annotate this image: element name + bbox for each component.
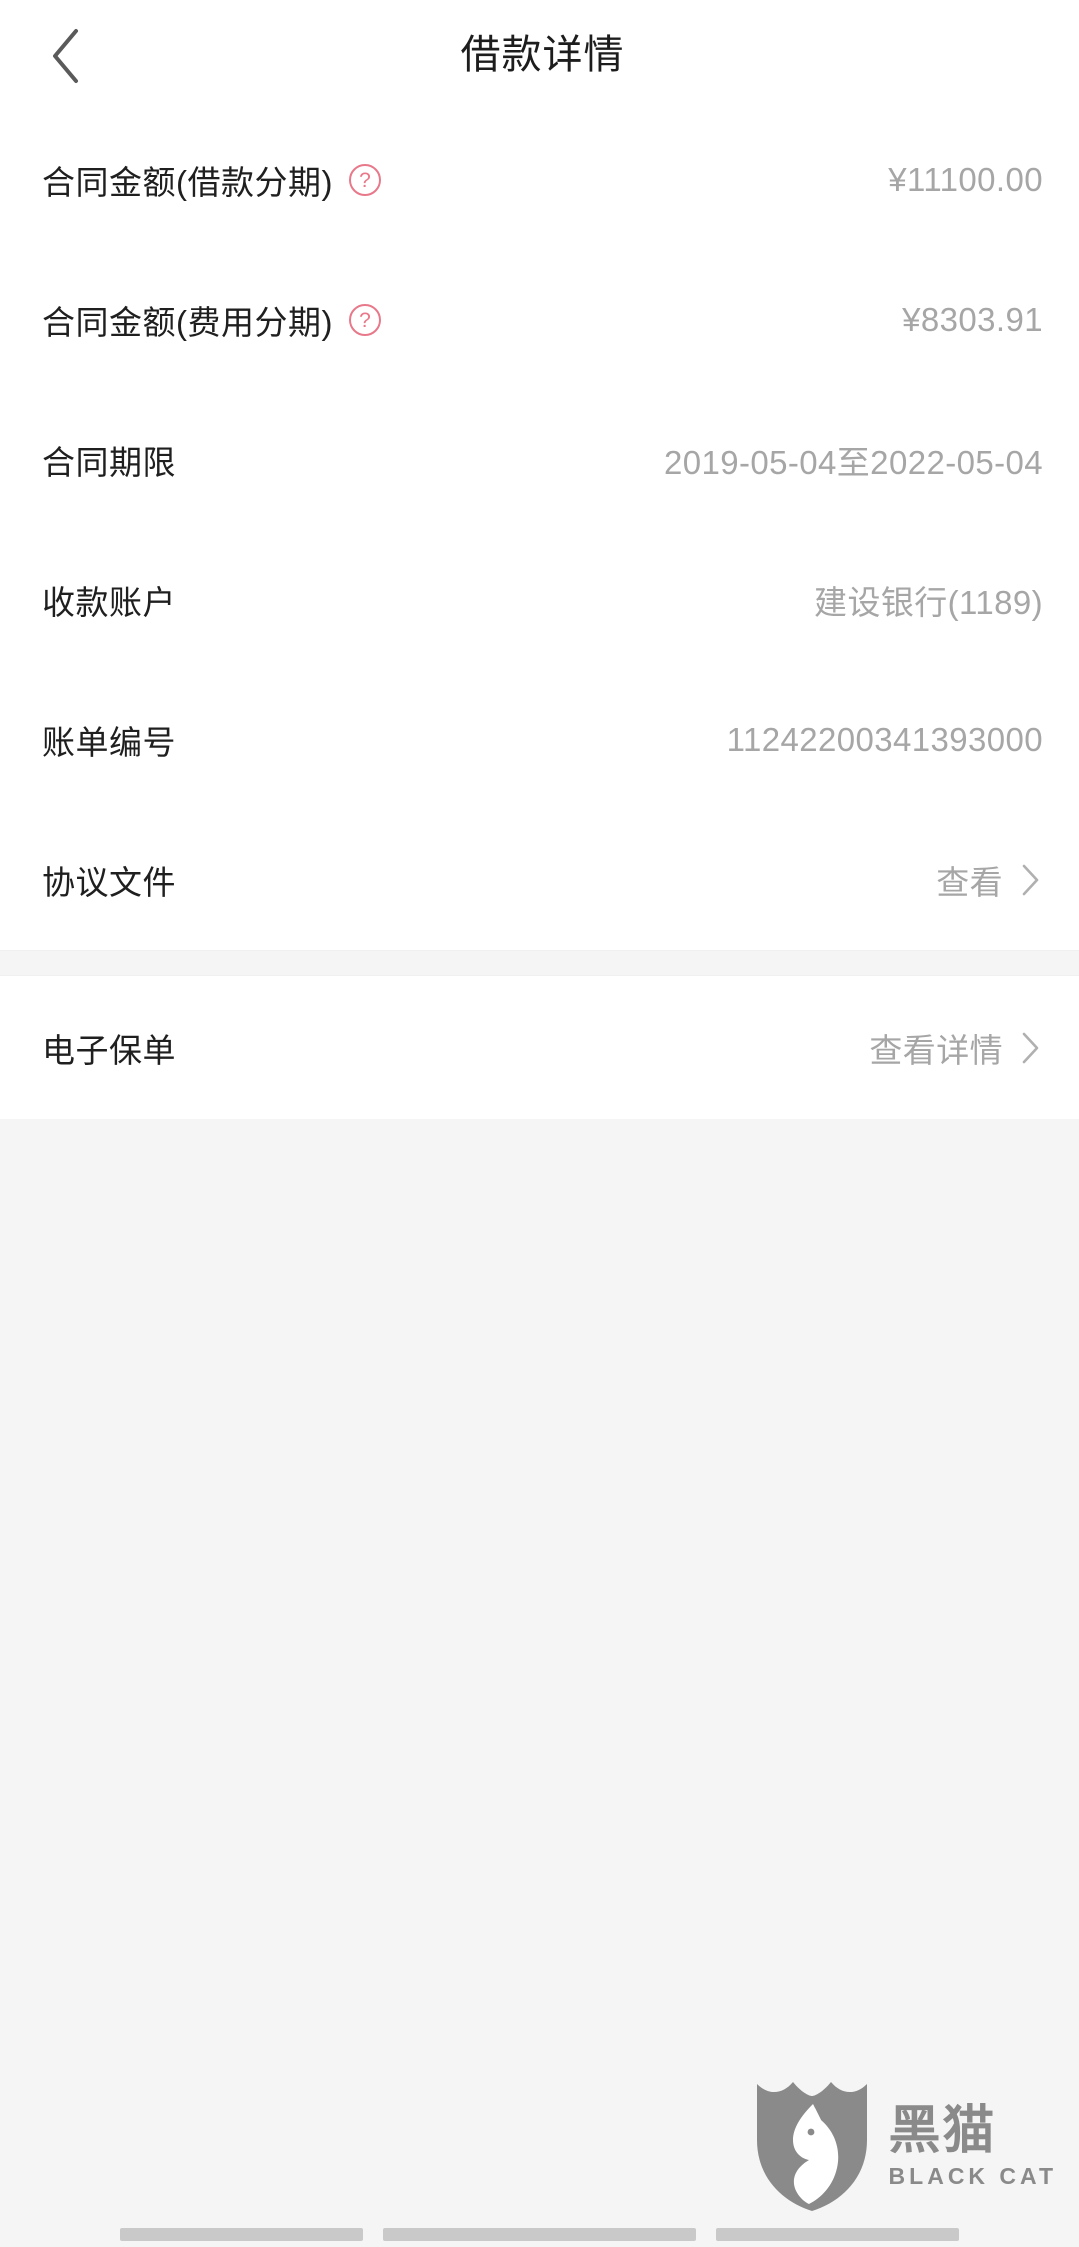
- row-value-group: 11242200341393000: [727, 721, 1043, 759]
- watermark-text-block: 黑猫 BLACK CAT: [889, 2105, 1057, 2188]
- row-value: ¥11100.00: [888, 161, 1043, 198]
- detail-row-agreement-files[interactable]: 协议文件 查看: [0, 810, 1079, 950]
- row-label-group: 协议文件: [42, 856, 176, 904]
- row-value-group: ¥8303.91: [902, 301, 1043, 339]
- row-label-group: 合同期限: [42, 436, 176, 484]
- row-value: 11242200341393000: [726, 721, 1043, 758]
- row-label: 协议文件: [42, 864, 176, 901]
- row-label: 合同金额(借款分期): [42, 164, 333, 201]
- loan-detail-screen: 借款详情 合同金额(借款分期) ? ¥11100.00 合同金额(费用分期) ?…: [0, 0, 1079, 2247]
- detail-row-contract-period: 合同期限 2019-05-04至2022-05-04: [0, 390, 1079, 530]
- watermark-cn-text: 黑猫: [888, 2101, 997, 2161]
- row-label: 电子保单: [42, 1031, 176, 1069]
- page-title: 借款详情: [460, 33, 625, 77]
- sysnav-recents-segment[interactable]: [716, 2228, 959, 2241]
- sysnav-home-segment[interactable]: [383, 2228, 696, 2241]
- row-label-group: 合同金额(费用分期) ?: [42, 296, 381, 344]
- row-value-group: 2019-05-04至2022-05-04: [664, 436, 1043, 484]
- sysnav-back-segment[interactable]: [120, 2228, 363, 2241]
- watermark-en-text: BLACK CAT: [888, 2163, 1057, 2189]
- row-label: 账单编号: [42, 724, 176, 761]
- black-cat-watermark: 黑猫 BLACK CAT: [753, 2074, 1057, 2219]
- row-value: ¥8303.91: [902, 301, 1043, 338]
- section-divider: [0, 950, 1079, 976]
- black-cat-shield-logo-icon: [753, 2074, 871, 2219]
- loan-detail-card: 合同金额(借款分期) ? ¥11100.00 合同金额(费用分期) ? ¥830…: [0, 110, 1079, 950]
- row-action-group[interactable]: 查看详情: [869, 1024, 1043, 1072]
- detail-row-contract-amount-fee: 合同金额(费用分期) ? ¥8303.91: [0, 250, 1079, 390]
- row-label: 合同金额(费用分期): [42, 304, 333, 341]
- row-label-group: 账单编号: [42, 716, 176, 764]
- chevron-right-icon: [1017, 863, 1043, 897]
- help-question-icon[interactable]: ?: [348, 164, 381, 196]
- detail-row-electronic-policy[interactable]: 电子保单 查看详情: [0, 976, 1079, 1119]
- row-value: 2019-05-04至2022-05-04: [663, 444, 1043, 481]
- view-link-label[interactable]: 查看: [936, 856, 1003, 904]
- row-value-group: 建设银行(1189): [814, 576, 1043, 624]
- detail-row-contract-amount-loan: 合同金额(借款分期) ? ¥11100.00: [0, 110, 1079, 250]
- view-details-link-label[interactable]: 查看详情: [869, 1024, 1003, 1072]
- row-label-group: 收款账户: [42, 576, 176, 624]
- app-header: 借款详情: [0, 0, 1079, 110]
- page-background-area: 黑猫 BLACK CAT: [0, 1119, 1079, 2247]
- e-policy-card: 电子保单 查看详情: [0, 976, 1079, 1119]
- row-label-group: 合同金额(借款分期) ?: [42, 156, 381, 204]
- detail-row-bill-number: 账单编号 11242200341393000: [0, 670, 1079, 810]
- chevron-right-icon: [1017, 1031, 1043, 1065]
- row-action-group[interactable]: 查看: [936, 856, 1043, 904]
- row-label: 收款账户: [42, 584, 176, 621]
- detail-row-receiving-account: 收款账户 建设银行(1189): [0, 530, 1079, 670]
- help-question-icon[interactable]: ?: [348, 304, 381, 336]
- row-value-group: ¥11100.00: [888, 161, 1043, 199]
- row-label-group: 电子保单: [42, 1024, 176, 1072]
- row-label: 合同期限: [42, 444, 176, 481]
- row-value: 建设银行(1189): [814, 584, 1043, 621]
